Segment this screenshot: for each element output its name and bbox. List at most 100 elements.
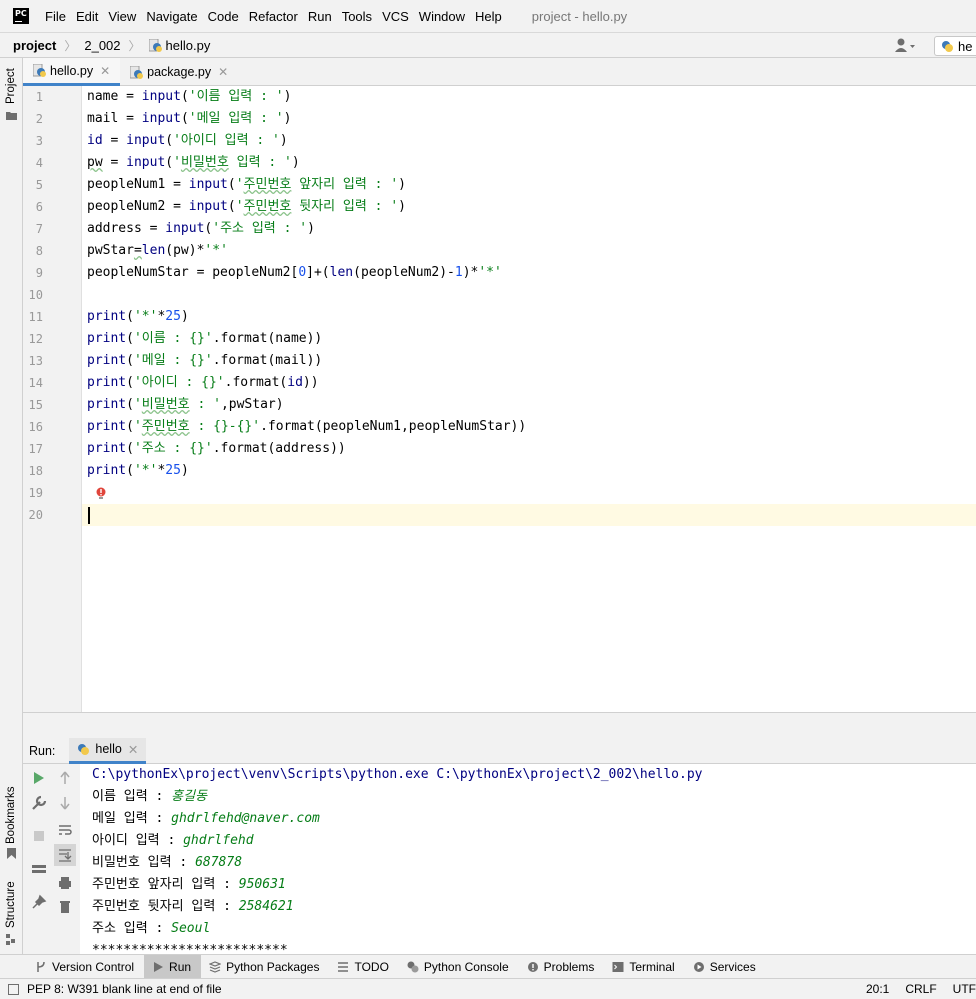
trash-icon[interactable] xyxy=(57,899,73,915)
breadcrumb-project[interactable]: project xyxy=(13,38,56,53)
window-title: project - hello.py xyxy=(531,8,628,24)
todo-icon xyxy=(338,961,349,972)
code-line: print('*'*25) xyxy=(87,309,189,324)
project-tab-label: Project xyxy=(5,68,17,104)
layout-icon[interactable] xyxy=(31,861,47,877)
warning-bulb-icon[interactable] xyxy=(95,487,107,501)
code-line: pwStar=len(pw)*'*' xyxy=(87,243,228,258)
scroll-to-end-toggle[interactable] xyxy=(54,844,76,866)
tool-window-label: Problems xyxy=(543,959,595,974)
console-input: 2584621 xyxy=(238,899,294,914)
menu-file[interactable]: File xyxy=(45,9,66,24)
tool-window-python-packages[interactable]: Python Packages xyxy=(201,955,329,979)
line-separator[interactable]: CRLF xyxy=(905,982,936,996)
line-number: 3 xyxy=(35,134,43,148)
close-tab-icon[interactable]: ✕ xyxy=(100,64,110,78)
rerun-icon[interactable] xyxy=(31,770,47,786)
editor-tab-package[interactable]: package.py ✕ xyxy=(120,58,238,86)
run-toolbar xyxy=(23,764,80,954)
console-output-line: 주민번호 뒷자리 입력 : 2584621 xyxy=(92,896,294,918)
python-icon xyxy=(942,40,953,52)
current-line-highlight xyxy=(82,504,976,526)
line-number: 1 xyxy=(35,90,43,104)
tool-window-version-control[interactable]: Version Control xyxy=(27,955,144,979)
code-line: print('비밀번호 : ',pwStar) xyxy=(87,397,284,412)
menu-refactor[interactable]: Refactor xyxy=(249,9,298,24)
tool-window-bar: Version Control Run Python Packages TODO… xyxy=(0,954,976,979)
run-console-output[interactable]: C:\pythonEx\project\venv\Scripts\python.… xyxy=(80,764,976,954)
menu-view[interactable]: View xyxy=(108,9,136,24)
run-tab-hello[interactable]: hello ✕ xyxy=(69,737,147,764)
text-caret xyxy=(88,507,90,524)
console-input: 950631 xyxy=(238,877,286,892)
editor-tab-hello[interactable]: hello.py ✕ xyxy=(23,58,121,86)
menu-help[interactable]: Help xyxy=(475,9,502,24)
menu-navigate[interactable]: Navigate xyxy=(146,9,197,24)
console-output-line: 비밀번호 입력 : 687878 xyxy=(92,852,242,874)
tool-window-todo[interactable]: TODO xyxy=(329,955,398,979)
structure-tool-tab[interactable]: Structure xyxy=(0,876,23,952)
close-tab-icon[interactable]: ✕ xyxy=(218,65,228,79)
code-editor[interactable]: 1 2 3 4 5 6 7 8 9 10 11 12 13 14 15 16 1… xyxy=(23,86,976,712)
structure-tab-label: Structure xyxy=(5,881,17,928)
stop-icon[interactable] xyxy=(31,828,47,844)
breadcrumb-file-label: hello.py xyxy=(165,37,211,53)
python-file-icon xyxy=(33,64,46,77)
line-number: 4 xyxy=(35,156,43,170)
tool-window-label: Services xyxy=(709,959,756,974)
tool-window-terminal[interactable]: Terminal xyxy=(604,955,684,979)
branch-icon xyxy=(37,961,45,972)
console-prompt: 비밀번호 입력 : xyxy=(92,855,196,870)
file-encoding[interactable]: UTF xyxy=(953,982,976,996)
tool-window-problems[interactable]: Problems xyxy=(519,955,605,979)
menu-tools[interactable]: Tools xyxy=(342,9,372,24)
line-number: 17 xyxy=(28,442,43,456)
code-line: print('이름 : {}'.format(name)) xyxy=(87,331,323,346)
tool-window-run[interactable]: Run xyxy=(144,954,202,979)
print-icon[interactable] xyxy=(57,875,73,891)
console-input: Seoul xyxy=(171,921,211,936)
user-account-icon[interactable] xyxy=(894,37,916,55)
run-configuration-label: he xyxy=(958,38,973,54)
breadcrumb-folder[interactable]: 2_002 xyxy=(84,38,120,53)
close-tab-icon[interactable]: ✕ xyxy=(128,742,138,757)
breadcrumb-file[interactable]: hello.py xyxy=(148,37,211,53)
console-input: 홍길동 xyxy=(171,789,208,804)
menu-code[interactable]: Code xyxy=(208,9,239,24)
run-configuration-select[interactable]: he xyxy=(934,36,976,56)
terminal-icon xyxy=(612,961,624,972)
project-tool-tab[interactable]: Project xyxy=(0,66,23,122)
console-prompt: 아이디 입력 : xyxy=(92,833,184,848)
bookmark-icon xyxy=(7,848,16,859)
soft-wrap-icon[interactable] xyxy=(57,822,73,838)
console-command-line: C:\pythonEx\project\venv\Scripts\python.… xyxy=(92,767,703,782)
console-output-line: 주민번호 앞자리 입력 : 950631 xyxy=(92,874,286,896)
tool-window-services[interactable]: Services xyxy=(685,955,766,979)
code-line: print('주민번호 : {}-{}'.format(peopleNum1,p… xyxy=(87,419,527,434)
toggle-tool-windows-icon[interactable] xyxy=(8,983,19,995)
code-line: pw = input('비밀번호 입력 : ') xyxy=(87,155,300,170)
line-number: 16 xyxy=(28,420,43,434)
editor-status-strip xyxy=(23,712,976,736)
pin-icon[interactable] xyxy=(31,894,47,910)
caret-position[interactable]: 20:1 xyxy=(866,982,889,996)
tool-window-label: Run xyxy=(169,959,192,974)
menu-edit[interactable]: Edit xyxy=(76,9,98,24)
arrow-down-icon[interactable] xyxy=(57,795,73,811)
problems-icon xyxy=(527,961,538,972)
tool-window-label: TODO xyxy=(354,959,389,974)
wrench-icon[interactable] xyxy=(31,795,47,811)
menu-vcs[interactable]: VCS xyxy=(382,9,409,24)
console-output-line: 주소 입력 : Seoul xyxy=(92,918,210,940)
console-prompt: 주민번호 뒷자리 입력 : xyxy=(92,899,239,914)
arrow-up-icon[interactable] xyxy=(57,770,73,786)
menu-run[interactable]: Run xyxy=(308,9,332,24)
menu-window[interactable]: Window xyxy=(419,9,465,24)
editor-tab-bar: hello.py ✕ package.py ✕ xyxy=(23,58,976,86)
bookmarks-tool-tab[interactable]: Bookmarks xyxy=(0,782,23,859)
tool-window-python-console[interactable]: Python Console xyxy=(399,955,519,979)
breadcrumb-separator-icon: 〉 xyxy=(128,38,141,53)
code-line: peopleNumStar = peopleNum2[0]+(len(peopl… xyxy=(87,265,502,280)
menu-bar: PC File Edit View Navigate Code Refactor… xyxy=(0,0,976,32)
line-number: 13 xyxy=(28,354,43,368)
